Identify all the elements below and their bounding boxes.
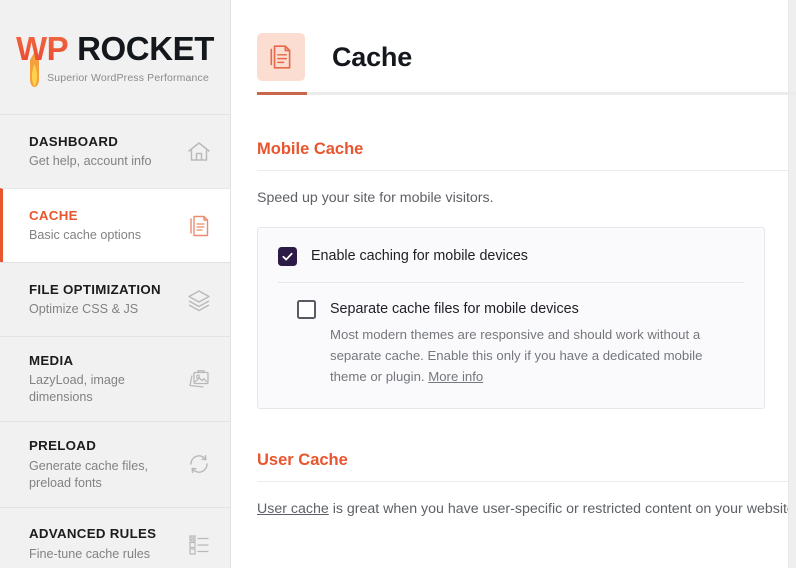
right-edge-strip bbox=[788, 0, 796, 568]
sidebar-item-dashboard[interactable]: DASHBOARD Get help, account info bbox=[0, 114, 230, 188]
brand-tagline: Superior WordPress Performance bbox=[21, 72, 209, 84]
section-mobile-cache-header: Mobile Cache NEED HELP? bbox=[257, 140, 796, 171]
main-content: Cache Show Sidebar ON Mobile Cache bbox=[231, 0, 796, 568]
section-mobile-cache-description: Speed up your site for mobile visitors. bbox=[257, 171, 796, 209]
mobile-cache-options-card: Enable caching for mobile devices Separa… bbox=[257, 227, 765, 408]
user-cache-description-rest: is great when you have user-specific or … bbox=[329, 501, 796, 517]
app-window: WP ROCKET Superior WordPress Performance… bbox=[0, 0, 796, 568]
sidebar-item-cache-text: CACHE Basic cache options bbox=[29, 207, 178, 244]
sidebar-item-preload[interactable]: PRELOAD Generate cache files, preload fo… bbox=[0, 421, 230, 506]
logo-row: WP ROCKET bbox=[16, 30, 214, 68]
sidebar-item-advanced-rules-title: ADVANCED RULES bbox=[29, 525, 178, 542]
sidebar-item-file-optimization-text: FILE OPTIMIZATION Optimize CSS & JS bbox=[29, 281, 178, 318]
sidebar-item-preload-title: PRELOAD bbox=[29, 437, 178, 454]
refresh-icon bbox=[186, 451, 212, 477]
user-cache-link[interactable]: User cache bbox=[257, 501, 329, 517]
sidebar-item-dashboard-title: DASHBOARD bbox=[29, 133, 178, 150]
sidebar-item-dashboard-text: DASHBOARD Get help, account info bbox=[29, 133, 178, 170]
page-title: Cache bbox=[332, 42, 412, 73]
sidebar-item-cache-title: CACHE bbox=[29, 207, 178, 224]
card-divider bbox=[278, 282, 744, 283]
separate-cache-files-text: Separate cache files for mobile devices … bbox=[330, 300, 730, 387]
page-header: Cache Show Sidebar ON bbox=[257, 0, 796, 92]
sidebar: WP ROCKET Superior WordPress Performance… bbox=[0, 0, 231, 568]
section-user-cache-title: User Cache bbox=[257, 451, 348, 470]
enable-mobile-caching-row[interactable]: Enable caching for mobile devices bbox=[278, 246, 744, 266]
sidebar-item-advanced-rules[interactable]: ADVANCED RULES Fine-tune cache rules bbox=[0, 507, 230, 568]
sidebar-item-cache[interactable]: CACHE Basic cache options bbox=[0, 188, 230, 262]
home-icon bbox=[186, 139, 212, 165]
brand-logo[interactable]: WP ROCKET Superior WordPress Performance bbox=[0, 0, 230, 114]
sidebar-item-file-optimization-subtitle: Optimize CSS & JS bbox=[29, 301, 178, 318]
sidebar-item-media-title: MEDIA bbox=[29, 352, 178, 369]
page-header-icon-badge bbox=[257, 33, 305, 81]
more-info-link[interactable]: More info bbox=[428, 369, 483, 384]
tab-underline-bar bbox=[257, 92, 796, 95]
checklist-icon bbox=[186, 531, 212, 557]
section-mobile-cache-title: Mobile Cache bbox=[257, 140, 363, 159]
sidebar-item-media-subtitle: LazyLoad, image dimensions bbox=[29, 372, 178, 406]
layers-icon bbox=[186, 287, 212, 313]
logo-wp-text: WP bbox=[16, 30, 68, 68]
separate-cache-files-description: Most modern themes are responsive and sh… bbox=[330, 324, 730, 388]
active-tab-indicator bbox=[257, 92, 307, 95]
sidebar-item-media-text: MEDIA LazyLoad, image dimensions bbox=[29, 352, 178, 406]
sidebar-item-cache-subtitle: Basic cache options bbox=[29, 227, 178, 244]
enable-mobile-caching-checkbox[interactable] bbox=[278, 247, 297, 266]
document-icon bbox=[186, 213, 212, 239]
sidebar-item-file-optimization[interactable]: FILE OPTIMIZATION Optimize CSS & JS bbox=[0, 262, 230, 336]
sidebar-item-dashboard-subtitle: Get help, account info bbox=[29, 153, 178, 170]
check-icon bbox=[281, 250, 294, 263]
images-icon bbox=[186, 366, 212, 392]
document-icon bbox=[267, 43, 295, 71]
sidebar-item-preload-subtitle: Generate cache files, preload fonts bbox=[29, 458, 178, 492]
section-user-cache: User Cache NEED HELP? User cache is grea… bbox=[257, 409, 796, 520]
separate-cache-files-row[interactable]: Separate cache files for mobile devices … bbox=[278, 300, 744, 387]
section-mobile-cache: Mobile Cache NEED HELP? Speed up your si… bbox=[257, 95, 796, 409]
separate-cache-files-description-text: Most modern themes are responsive and sh… bbox=[330, 327, 702, 385]
sidebar-item-advanced-rules-text: ADVANCED RULES Fine-tune cache rules bbox=[29, 525, 178, 562]
sidebar-item-media[interactable]: MEDIA LazyLoad, image dimensions bbox=[0, 336, 230, 421]
main-inner: Cache Show Sidebar ON Mobile Cache bbox=[231, 0, 796, 520]
separate-cache-files-label: Separate cache files for mobile devices bbox=[330, 300, 730, 319]
sidebar-item-file-optimization-title: FILE OPTIMIZATION bbox=[29, 281, 178, 298]
enable-mobile-caching-label: Enable caching for mobile devices bbox=[311, 246, 528, 266]
sidebar-item-preload-text: PRELOAD Generate cache files, preload fo… bbox=[29, 437, 178, 491]
sidebar-item-advanced-rules-subtitle: Fine-tune cache rules bbox=[29, 546, 178, 563]
separate-cache-files-checkbox[interactable] bbox=[297, 300, 316, 319]
section-user-cache-description: User cache is great when you have user-s… bbox=[257, 482, 796, 520]
logo-rocket-text: ROCKET bbox=[77, 30, 214, 68]
section-user-cache-header: User Cache NEED HELP? bbox=[257, 451, 796, 482]
